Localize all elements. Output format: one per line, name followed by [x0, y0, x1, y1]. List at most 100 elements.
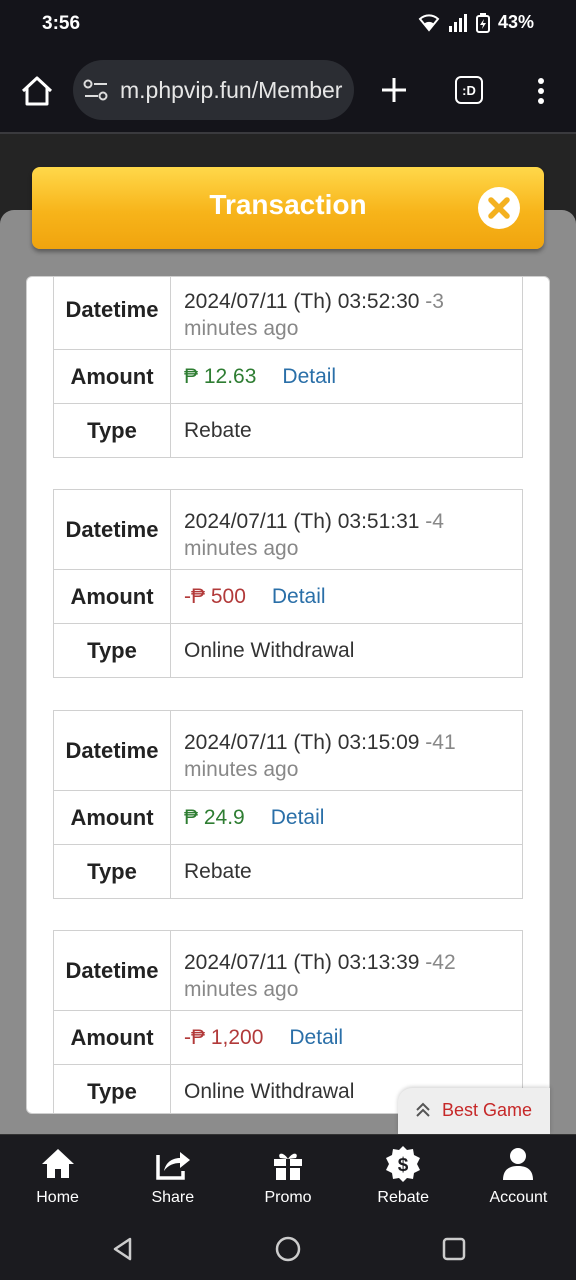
detail-link[interactable]: Detail	[272, 585, 326, 609]
amount: ₱ 24.9	[184, 805, 245, 829]
site-settings-icon[interactable]	[83, 78, 109, 102]
datetime-value: 2024/07/11 (Th) 03:15:09 -41 minutes ago	[171, 711, 522, 790]
back-icon[interactable]	[110, 1236, 136, 1262]
system-nav-bar	[0, 1218, 576, 1280]
nav-label: Home	[36, 1189, 79, 1206]
new-tab-icon[interactable]	[378, 74, 410, 106]
datetime-row: Datetime 2024/07/11 (Th) 03:15:09 -41 mi…	[54, 711, 522, 791]
close-icon	[488, 197, 510, 219]
type-row: Type Online Withdrawal	[54, 624, 522, 677]
datetime-value: 2024/07/11 (Th) 03:51:31 -4 minutes ago	[171, 490, 522, 569]
best-game-label: Best Game	[442, 1100, 533, 1120]
nav-promo[interactable]: Promo	[230, 1135, 345, 1218]
status-bar: 3:56 43%	[0, 0, 576, 50]
ago-offset: -4	[425, 509, 444, 533]
nav-label: Share	[151, 1189, 195, 1206]
nav-rebate[interactable]: $ Rebate	[346, 1135, 461, 1218]
type-label: Type	[54, 845, 171, 898]
nav-label: Rebate	[377, 1189, 429, 1206]
datetime-label: Datetime	[54, 490, 171, 569]
amount-row: Amount -₱ 1,200 Detail	[54, 1011, 522, 1065]
nav-share[interactable]: Share	[115, 1135, 230, 1218]
datetime-row: Datetime 2024/07/11 (Th) 03:52:30 -3 min…	[54, 277, 522, 350]
datetime-value: 2024/07/11 (Th) 03:13:39 -42 minutes ago	[171, 931, 522, 1010]
more-menu-icon[interactable]	[527, 76, 555, 106]
datetime-text: 2024/07/11 (Th) 03:15:09 -41 minutes ago	[184, 719, 456, 783]
browser-toolbar: m.phpvip.fun/Member :D	[0, 50, 576, 132]
transaction-record: Datetime 2024/07/11 (Th) 03:52:30 -3 min…	[53, 277, 523, 458]
datetime-row: Datetime 2024/07/11 (Th) 03:13:39 -42 mi…	[54, 931, 522, 1011]
type-row: Type Rebate	[54, 845, 522, 898]
amount: ₱ 12.63	[184, 364, 257, 388]
nav-account[interactable]: Account	[461, 1135, 576, 1218]
type-value: Rebate	[184, 859, 252, 883]
amount-label: Amount	[54, 570, 171, 623]
ago-text: minutes ago	[184, 536, 299, 560]
wifi-icon	[418, 13, 440, 32]
ago-text: minutes ago	[184, 977, 299, 1001]
home-icon	[41, 1149, 74, 1178]
share-icon	[156, 1152, 190, 1180]
detail-link[interactable]: Detail	[289, 1026, 343, 1050]
datetime-text: 2024/07/11 (Th) 03:52:30 -3 minutes ago	[184, 278, 444, 342]
address-bar[interactable]: m.phpvip.fun/Member	[73, 60, 354, 120]
amount-value: -₱ 500 Detail	[171, 570, 522, 623]
datetime: 2024/07/11 (Th) 03:52:30	[184, 289, 420, 313]
signal-icon	[448, 13, 467, 32]
nav-label: Account	[489, 1189, 548, 1206]
transaction-record: Datetime 2024/07/11 (Th) 03:51:31 -4 min…	[53, 489, 523, 678]
close-button[interactable]	[478, 187, 520, 229]
amount-label: Amount	[54, 350, 171, 403]
type-value: Rebate	[184, 418, 252, 442]
datetime-row: Datetime 2024/07/11 (Th) 03:51:31 -4 min…	[54, 490, 522, 570]
amount-value: ₱ 24.9 Detail	[171, 791, 522, 844]
battery-icon	[475, 12, 490, 33]
nav-home[interactable]: Home	[0, 1135, 115, 1218]
ago-offset: -41	[425, 730, 456, 754]
datetime-label: Datetime	[54, 277, 171, 349]
page-title: Transaction	[209, 189, 367, 220]
type-label: Type	[54, 624, 171, 677]
datetime-text: 2024/07/11 (Th) 03:51:31 -4 minutes ago	[184, 498, 444, 562]
ago-text: minutes ago	[184, 316, 299, 340]
amount-value: ₱ 12.63 Detail	[171, 350, 522, 403]
amount-row: Amount ₱ 24.9 Detail	[54, 791, 522, 845]
status-icons: 43%	[418, 12, 534, 33]
battery-percent: 43%	[497, 12, 534, 32]
tab-switcher-button[interactable]: :D	[455, 76, 483, 104]
transaction-header: Transaction	[32, 167, 544, 249]
amount-value: -₱ 1,200 Detail	[171, 1011, 522, 1064]
system-home-icon[interactable]	[274, 1235, 302, 1263]
datetime-label: Datetime	[54, 711, 171, 790]
best-game-button[interactable]: Best Game	[398, 1088, 550, 1134]
recents-icon[interactable]	[441, 1236, 467, 1262]
transaction-list[interactable]: Datetime 2024/07/11 (Th) 03:52:30 -3 min…	[26, 276, 550, 1114]
browser-home-icon[interactable]	[18, 72, 56, 110]
user-icon	[503, 1148, 534, 1180]
detail-link[interactable]: Detail	[271, 806, 325, 830]
transaction-record: Datetime 2024/07/11 (Th) 03:15:09 -41 mi…	[53, 710, 523, 899]
datetime-text: 2024/07/11 (Th) 03:13:39 -42 minutes ago	[184, 939, 456, 1003]
datetime: 2024/07/11 (Th) 03:15:09	[184, 730, 420, 754]
gift-icon	[274, 1153, 302, 1180]
amount: -₱ 1,200	[184, 1025, 264, 1049]
type-label: Type	[54, 404, 171, 457]
datetime: 2024/07/11 (Th) 03:51:31	[184, 509, 420, 533]
detail-link[interactable]: Detail	[282, 365, 336, 389]
type-label: Type	[54, 1065, 171, 1113]
type-value: Online Withdrawal	[184, 638, 355, 662]
url-text: m.phpvip.fun/Member	[120, 77, 343, 103]
bottom-nav: Home Share Promo $ Rebate Account	[0, 1134, 576, 1218]
amount-row: Amount ₱ 12.63 Detail	[54, 350, 522, 404]
nav-label: Promo	[264, 1189, 312, 1206]
ago-offset: -3	[425, 289, 444, 313]
datetime-value: 2024/07/11 (Th) 03:52:30 -3 minutes ago	[171, 277, 522, 349]
datetime-label: Datetime	[54, 931, 171, 1010]
ago-text: minutes ago	[184, 757, 299, 781]
datetime: 2024/07/11 (Th) 03:13:39	[184, 950, 420, 974]
ago-offset: -42	[425, 950, 456, 974]
type-row: Type Rebate	[54, 404, 522, 457]
double-chevron-up-icon	[416, 1102, 430, 1117]
amount: -₱ 500	[184, 584, 246, 608]
amount-label: Amount	[54, 791, 171, 844]
